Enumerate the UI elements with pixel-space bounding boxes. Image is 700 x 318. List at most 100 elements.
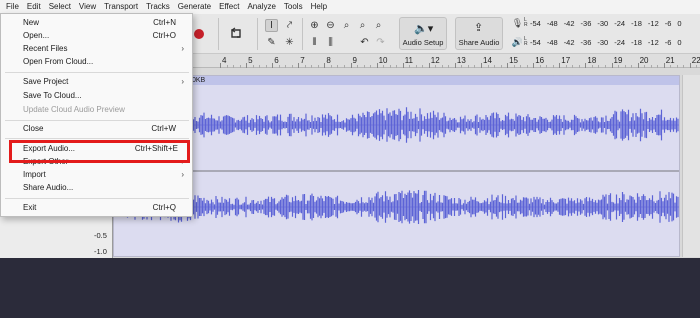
menu-item-open[interactable]: Open... Ctrl+O <box>1 29 192 42</box>
shortcut-label: Ctrl+Shift+E <box>134 144 178 153</box>
meter-tick: -6 <box>664 37 672 47</box>
empty-project-area[interactable] <box>0 258 700 318</box>
meter-tick: -12 <box>647 18 659 28</box>
ruler-tick-label: 10 <box>378 56 388 65</box>
shortcut-label: Ctrl+O <box>152 31 176 40</box>
menu-effect[interactable]: Effect <box>215 0 243 14</box>
speaker-icon: 🔊 <box>511 36 524 47</box>
share-audio-label: Share Audio <box>458 38 500 47</box>
fit-selection-icon[interactable]: ⌕ <box>340 19 353 32</box>
ruler-tick-label: 19 <box>613 56 623 65</box>
meter-tick: -30 <box>597 18 609 28</box>
menu-tracks[interactable]: Tracks <box>142 0 174 14</box>
amplitude-label: -0.5 <box>94 231 107 240</box>
waveform <box>114 107 679 224</box>
ruler-tick-label: 4 <box>222 56 227 65</box>
amplitude-label: -1.0 <box>94 247 107 256</box>
ruler-tick-label: 15 <box>509 56 518 65</box>
loop-button[interactable] <box>226 25 246 43</box>
fit-project-icon[interactable]: ⌕ <box>356 19 369 32</box>
ruler-tick-label: 6 <box>274 56 279 65</box>
loop-icon <box>230 27 241 38</box>
file-menu-dropdown: New Ctrl+N Open... Ctrl+O Recent Files ›… <box>0 13 193 217</box>
meter-tick: -18 <box>631 18 642 28</box>
menu-edit[interactable]: Edit <box>23 0 45 14</box>
menu-divider <box>5 120 189 121</box>
meter-tick: -36 <box>580 37 592 47</box>
ruler-tick-label: 7 <box>300 56 305 65</box>
ruler-tick-label: 9 <box>352 56 357 65</box>
ruler-tick-label: 13 <box>456 56 466 65</box>
menu-transport[interactable]: Transport <box>100 0 142 14</box>
menu-generate[interactable]: Generate <box>174 0 215 14</box>
recording-meter[interactable]: 🎙 L R -54 -48 -42 -36 -30 -24 -18 -12 -6… <box>511 17 700 29</box>
menu-select[interactable]: Select <box>45 0 75 14</box>
envelope-tool-icon[interactable]: ⤤ <box>283 19 296 32</box>
meter-tick: -48 <box>546 18 558 28</box>
menu-item-update-cloud-preview: Update Cloud Audio Preview <box>23 105 125 114</box>
share-audio-button[interactable]: ⇪ Share Audio <box>455 17 503 50</box>
playback-meter[interactable]: 🔊 L R -54 -48 -42 -36 -30 -24 -18 -12 -6… <box>511 36 700 48</box>
trim-icon[interactable]: ⫴ <box>308 36 321 49</box>
menu-tools[interactable]: Tools <box>280 0 307 14</box>
menu-item-close[interactable]: Close Ctrl+W <box>1 122 192 135</box>
meter-tick: -24 <box>614 37 626 47</box>
meter-tick: 0 <box>677 37 682 47</box>
redo-icon[interactable]: ↷ <box>374 36 387 49</box>
menu-view[interactable]: View <box>75 0 100 14</box>
ruler-tick-label: 16 <box>535 56 545 65</box>
ruler-tick-label: 5 <box>248 56 253 65</box>
audio-setup-label: Audio Setup <box>402 38 444 47</box>
menu-item-save-project[interactable]: Save Project › <box>1 75 192 88</box>
toolbar-separator <box>257 18 258 50</box>
multi-tool-icon[interactable]: ✳ <box>283 36 296 49</box>
shortcut-label: Ctrl+Q <box>152 203 176 212</box>
microphone-icon: 🎙 <box>511 17 524 28</box>
chevron-right-icon: › <box>181 44 184 53</box>
menu-help[interactable]: Help <box>307 0 331 14</box>
draw-tool-icon[interactable]: ✎ <box>265 36 278 49</box>
meter-tick: -12 <box>647 37 659 47</box>
meter-tick: -18 <box>631 37 642 47</box>
speaker-icon: 🔈▾ <box>414 23 434 35</box>
menu-file[interactable]: File <box>2 0 23 14</box>
meter-tick: -54 <box>530 37 541 47</box>
menu-item-import[interactable]: Import › <box>1 168 192 181</box>
record-icon <box>194 29 204 39</box>
meter-tick: -54 <box>530 18 541 28</box>
menu-item-recent-files[interactable]: Recent Files › <box>1 42 192 55</box>
audio-setup-button[interactable]: 🔈▾ Audio Setup <box>399 17 447 50</box>
selection-tool-icon[interactable]: I <box>265 19 278 32</box>
menu-divider <box>5 72 189 73</box>
ruler-tick-label: 20 <box>639 56 649 65</box>
ruler-tick-label: 18 <box>587 56 597 65</box>
menu-item-new[interactable]: New Ctrl+N <box>1 16 192 29</box>
meter-tick: -6 <box>664 18 672 28</box>
zoom-toggle-icon[interactable]: ⌕ <box>372 19 385 32</box>
menu-divider <box>5 138 189 139</box>
menu-item-exit[interactable]: Exit Ctrl+Q <box>1 201 192 214</box>
menu-analyze[interactable]: Analyze <box>243 0 279 14</box>
zoom-out-icon[interactable]: ⊖ <box>324 19 337 32</box>
clip-title[interactable]: 0KB <box>114 76 679 85</box>
ruler-tick-label: 8 <box>326 56 331 65</box>
zoom-in-icon[interactable]: ⊕ <box>308 19 321 32</box>
vertical-scrollbar[interactable] <box>682 75 700 257</box>
chevron-right-icon: › <box>181 170 184 179</box>
toolbar-separator <box>218 18 219 50</box>
meter-scale: -54 -48 -42 -36 -30 -24 -18 -12 -6 0 <box>530 18 700 28</box>
ruler-tick-label: 22 <box>691 56 700 65</box>
menu-item-save-to-cloud[interactable]: Save To Cloud... <box>1 89 192 102</box>
shortcut-label: Ctrl+W <box>151 124 176 133</box>
silence-icon[interactable]: ⫼ <box>324 36 337 49</box>
menu-item-open-from-cloud[interactable]: Open From Cloud... <box>1 55 192 68</box>
meter-tick: -36 <box>580 18 592 28</box>
menu-item-export-audio[interactable]: Export Audio... Ctrl+Shift+E <box>1 142 192 155</box>
ruler-tick-label: 21 <box>665 56 675 65</box>
menu-item-share-audio[interactable]: Share Audio... <box>1 181 192 194</box>
undo-icon[interactable]: ↶ <box>358 36 371 49</box>
audio-clip[interactable]: 0KB <box>113 75 680 257</box>
meter-tick: -24 <box>614 18 626 28</box>
meter-tick: 0 <box>677 18 682 28</box>
ruler-tick-label: 17 <box>561 56 571 65</box>
